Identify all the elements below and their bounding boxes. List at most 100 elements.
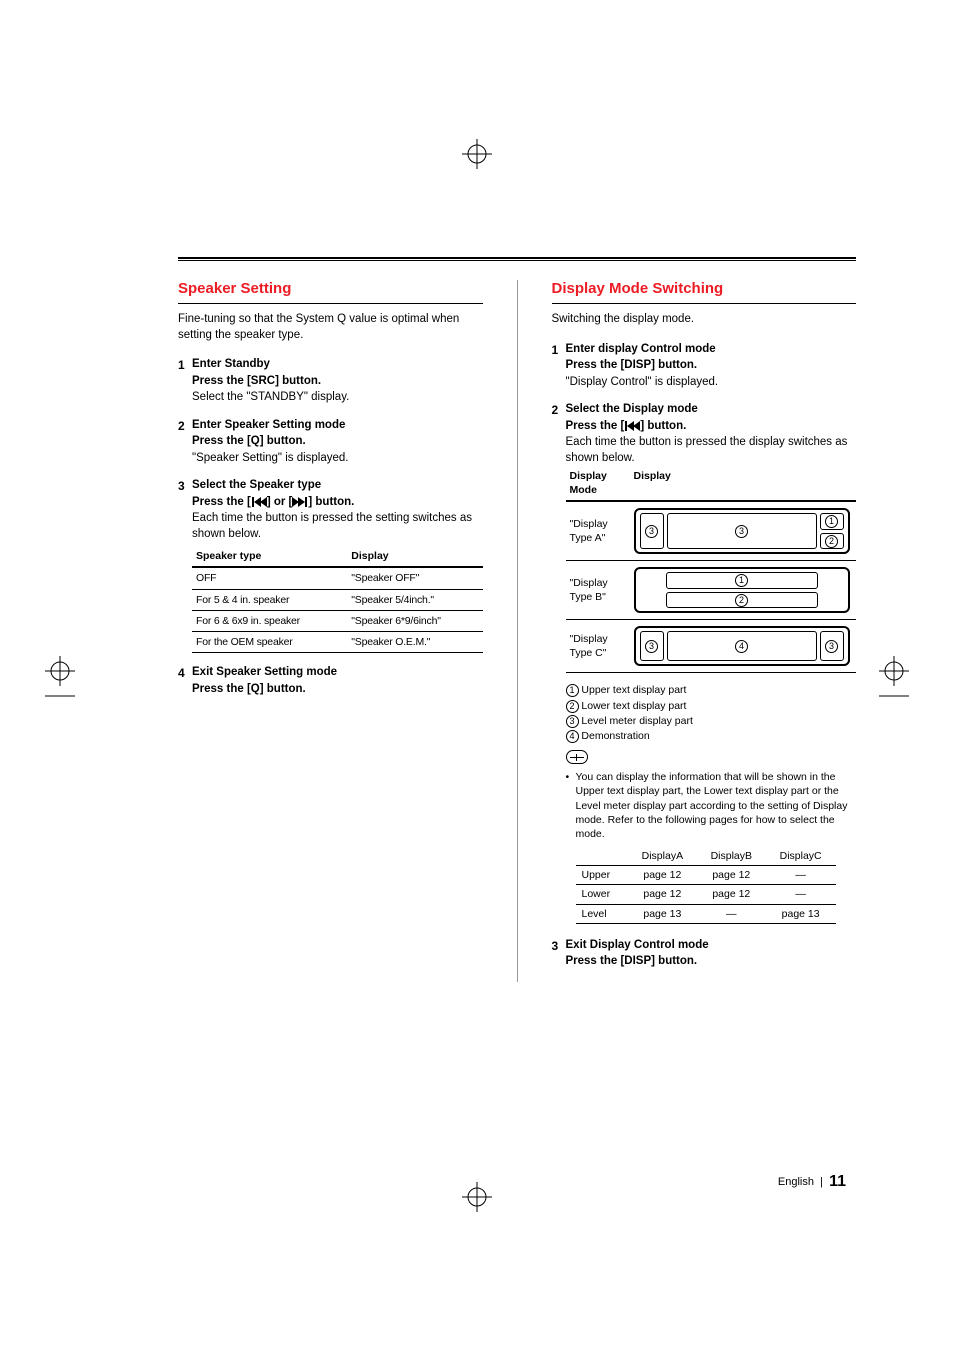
- speaker-type-table: Speaker type Display OFF"Speaker OFF" Fo…: [192, 546, 483, 653]
- step: 3 Select the Speaker type Press the [ ] o…: [178, 478, 483, 653]
- section-divider: [178, 257, 856, 261]
- display-mode-table: Display Mode Display "Display Type A" 3 …: [566, 466, 857, 673]
- step-title: Enter Standby: [192, 357, 483, 373]
- step-line: Press the [Q] button.: [192, 682, 483, 698]
- step: 1 Enter display Control mode Press the […: [552, 342, 857, 391]
- step-line: Select the "STANDBY" display.: [192, 390, 483, 406]
- table-row: "Display Type A" 3 1 3 2: [566, 501, 857, 561]
- step-number: 1: [552, 342, 559, 358]
- step-line: "Display Control" is displayed.: [566, 375, 857, 391]
- cell-mode: "Display Type B": [566, 561, 630, 620]
- step-line: Press the [] button.: [566, 419, 857, 435]
- step-line: Press the [ ] or [ ] button.: [192, 495, 483, 511]
- step-line: Press the [DISP] button.: [566, 358, 857, 374]
- intro-text: Fine-tuning so that the System Q value i…: [178, 312, 483, 343]
- segment: 3: [640, 631, 664, 661]
- circled-number: 1: [735, 574, 748, 587]
- table-row: "Display Type B" 1 2: [566, 561, 857, 620]
- display-diagram-b: 1 2: [634, 567, 850, 613]
- table-row: OFF"Speaker OFF": [192, 567, 483, 589]
- intro-text: Switching the display mode.: [552, 312, 857, 328]
- left-column: Speaker Setting Fine-tuning so that the …: [178, 280, 489, 982]
- segment: 3: [667, 513, 817, 549]
- display-diagram-a: 3 1 3 2: [634, 508, 850, 554]
- step-number: 4: [178, 665, 185, 681]
- note-icon: [566, 750, 588, 764]
- step: 3 Exit Display Control mode Press the [D…: [552, 938, 857, 970]
- table-row: Lowerpage 12page 12—: [576, 885, 836, 904]
- step-title: Select the Speaker type: [192, 478, 483, 494]
- table-header: Display Mode: [566, 466, 630, 501]
- step-number: 1: [178, 357, 185, 373]
- circled-number: 3: [825, 640, 838, 653]
- step-title: Select the Display mode: [566, 402, 857, 418]
- step-number: 2: [552, 402, 559, 418]
- cell-mode: "Display Type C": [566, 620, 630, 673]
- skip-back-icon: [251, 496, 267, 508]
- step-line: Press the [SRC] button.: [192, 374, 483, 390]
- table-header: Display: [630, 466, 857, 501]
- step-title: Enter Speaker Setting mode: [192, 418, 483, 434]
- step-line: Each time the button is pressed the disp…: [566, 435, 857, 466]
- skip-back-icon: [624, 420, 640, 432]
- section-title-speaker-setting: Speaker Setting: [178, 280, 483, 304]
- circled-number: 3: [645, 640, 658, 653]
- step: 1 Enter Standby Press the [SRC] button. …: [178, 357, 483, 406]
- step-line: Press the [DISP] button.: [566, 954, 857, 970]
- cell-mode: "Display Type A": [566, 501, 630, 561]
- footer-language: English: [778, 1176, 814, 1188]
- legend-item: 4 Demonstration: [566, 729, 857, 743]
- table-row: Levelpage 13—page 13: [576, 904, 836, 923]
- label-text: Press the [: [566, 420, 625, 432]
- table-header: [576, 847, 628, 866]
- label-text: Press the [: [192, 496, 251, 508]
- step-title: Enter display Control mode: [566, 342, 857, 358]
- legend-item: 3 Level meter display part: [566, 714, 857, 728]
- table-header: DisplayC: [766, 847, 836, 866]
- step: 2 Select the Display mode Press the [] b…: [552, 402, 857, 924]
- segment: 4: [667, 631, 817, 661]
- table-row: Upperpage 12page 12—: [576, 866, 836, 885]
- step-title: Exit Display Control mode: [566, 938, 857, 954]
- label-text: ] or [: [267, 496, 293, 508]
- footer-separator: |: [820, 1176, 823, 1188]
- table-header: DisplayA: [628, 847, 697, 866]
- page-reference-table: DisplayA DisplayB DisplayC Upperpage 12p…: [576, 847, 836, 924]
- table-row: For 5 & 4 in. speaker"Speaker 5/4inch.": [192, 589, 483, 610]
- note-bullet: You can display the information that wil…: [566, 770, 857, 841]
- circled-number: 1: [825, 515, 838, 528]
- step-title: Exit Speaker Setting mode: [192, 665, 483, 681]
- column-divider: [517, 280, 518, 982]
- step-line: Press the [Q] button.: [192, 434, 483, 450]
- circled-number: 2: [825, 535, 838, 548]
- circled-number: 4: [735, 640, 748, 653]
- segment: 3: [640, 513, 664, 549]
- registration-mark-icon: [462, 1182, 492, 1212]
- circled-number: 3: [645, 525, 658, 538]
- display-diagram-c: 3 4 3: [634, 626, 850, 666]
- table-header: DisplayB: [697, 847, 766, 866]
- label-text: ] button.: [308, 496, 354, 508]
- registration-mark-icon: [45, 656, 75, 706]
- table-header: Display: [347, 546, 482, 567]
- segment: 2: [666, 592, 818, 609]
- registration-mark-icon: [462, 139, 492, 169]
- step: 4 Exit Speaker Setting mode Press the [Q…: [178, 665, 483, 697]
- table-row: For 6 & 6x9 in. speaker"Speaker 6*9/6inc…: [192, 610, 483, 631]
- right-column: Display Mode Switching Switching the dis…: [546, 280, 857, 982]
- step-number: 2: [178, 418, 185, 434]
- table-row: "Display Type C" 3 4 3: [566, 620, 857, 673]
- segment: 1: [666, 572, 818, 589]
- step: 2 Enter Speaker Setting mode Press the […: [178, 418, 483, 467]
- legend: 1 Upper text display part 2 Lower text d…: [566, 683, 857, 770]
- circled-number: 2: [735, 594, 748, 607]
- step-number: 3: [178, 478, 185, 494]
- step-line: "Speaker Setting" is displayed.: [192, 451, 483, 467]
- circled-number: 3: [735, 525, 748, 538]
- step-line: Each time the button is pressed the sett…: [192, 511, 483, 542]
- legend-item: 2 Lower text display part: [566, 699, 857, 713]
- table-row: For the OEM speaker"Speaker O.E.M.": [192, 631, 483, 652]
- page-footer: English | 11: [778, 1173, 846, 1191]
- section-title-display-mode: Display Mode Switching: [552, 280, 857, 304]
- segment: 1: [820, 513, 844, 530]
